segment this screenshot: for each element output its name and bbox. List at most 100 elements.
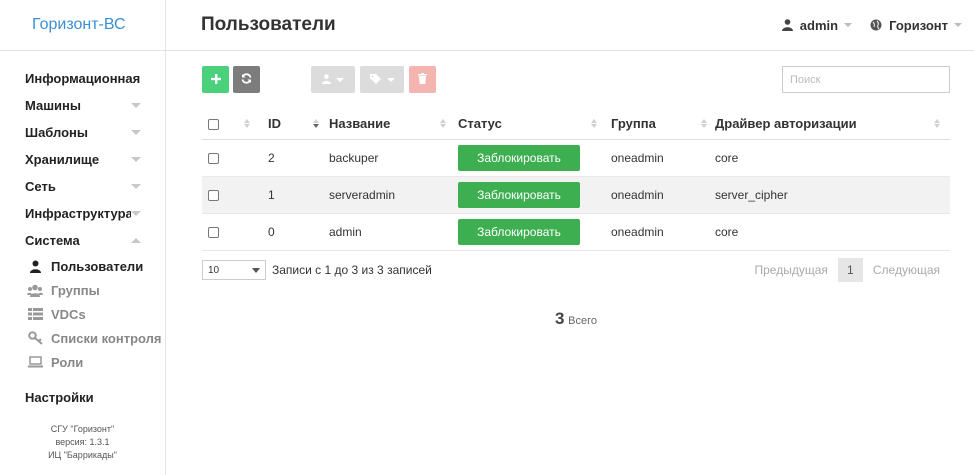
cell-name: admin <box>329 213 458 251</box>
row-checkbox[interactable] <box>208 152 219 164</box>
sidebar-menu: Информационная пане Машины Шаблоны Храни… <box>0 51 165 411</box>
records-info: Записи с 1 до 3 из 3 записей <box>272 263 432 277</box>
system-submenu: Пользователи Группы VDCs Списки контроля <box>0 254 165 374</box>
sidebar-item-label: Машины <box>25 98 81 113</box>
next-page-button[interactable]: Следующая <box>873 263 940 277</box>
block-user-button[interactable]: Заблокировать <box>458 218 580 245</box>
prev-page-button[interactable]: Предыдущая <box>754 263 827 277</box>
globe-icon <box>870 19 882 31</box>
user-actions-button[interactable] <box>311 66 355 93</box>
add-user-button[interactable] <box>202 66 229 93</box>
labels-button[interactable] <box>360 66 404 93</box>
table-row[interactable]: 2 backuper Заблокировать oneadmin core <box>202 139 950 177</box>
sort-icon <box>440 119 446 128</box>
column-header-name[interactable]: Название <box>329 109 458 140</box>
brand-logo[interactable]: Горизонт-ВС <box>0 0 165 51</box>
sidebar-item-settings[interactable]: Настройки <box>0 384 165 411</box>
sidebar-item-roles[interactable]: Роли <box>27 350 165 374</box>
row-select-cell <box>202 213 242 251</box>
table-row[interactable]: 1 serveradmin Заблокировать oneadmin ser… <box>202 176 950 214</box>
sidebar-item-label: VDCs <box>51 306 86 322</box>
sidebar-item-acl[interactable]: Списки контроля <box>27 326 165 350</box>
select-all-checkbox[interactable] <box>208 119 219 131</box>
sidebar-item-system[interactable]: Система <box>0 227 165 254</box>
header-right: admin Горизонт <box>764 18 962 33</box>
user-menu[interactable]: admin <box>781 17 853 33</box>
total-count: 3 <box>555 309 565 328</box>
chevron-down-icon <box>386 77 395 82</box>
sidebar-item-label: Система <box>25 233 80 248</box>
row-select-cell <box>202 176 242 214</box>
row-checkbox[interactable] <box>208 226 219 238</box>
sort-icon <box>701 119 707 128</box>
column-header-id[interactable]: ID <box>242 109 329 140</box>
sidebar-item-groups[interactable]: Группы <box>27 278 165 302</box>
cell-group: oneadmin <box>611 139 715 177</box>
user-icon <box>322 72 331 87</box>
chevron-up-icon <box>131 238 141 243</box>
sidebar-item-label: Информационная пане <box>25 71 141 86</box>
cell-id: 1 <box>242 176 329 214</box>
column-label: Название <box>329 116 391 132</box>
sidebar-footer: СГУ "Горизонт" версия: 1.3.1 ИЦ "Баррика… <box>0 423 165 462</box>
refresh-button[interactable] <box>233 66 260 93</box>
user-name: admin <box>799 17 839 33</box>
key-icon <box>27 331 43 345</box>
chevron-down-icon <box>844 23 853 27</box>
plus-icon <box>210 72 221 87</box>
footer-product: СГУ "Горизонт" <box>50 424 115 434</box>
sidebar-item-label: Шаблоны <box>25 125 88 140</box>
sidebar-item-label: Хранилище <box>25 152 100 167</box>
sidebar-item-label: Инфраструктура <box>25 206 131 221</box>
list-icon <box>27 307 43 321</box>
zone-name: Горизонт <box>889 17 948 33</box>
cell-auth-driver: core <box>715 213 950 251</box>
row-select-cell <box>202 139 242 177</box>
chevron-down-icon <box>131 130 141 135</box>
sort-desc-icon <box>313 119 319 128</box>
sidebar-item-label: Сеть <box>25 179 56 194</box>
toolbar <box>202 66 950 93</box>
sidebar-item-label: Роли <box>51 354 84 370</box>
column-header-group[interactable]: Группа <box>611 109 715 140</box>
chevron-down-icon <box>131 184 141 189</box>
page-length-select[interactable]: 10 <box>202 260 266 280</box>
delete-button[interactable] <box>409 66 436 93</box>
sidebar-item-machines[interactable]: Машины <box>0 92 165 119</box>
table-header-row: ID Название Статус Группа Драйвер автори… <box>202 109 950 140</box>
sort-icon <box>591 119 597 128</box>
block-user-button[interactable]: Заблокировать <box>458 181 580 208</box>
chevron-down-icon <box>131 157 141 162</box>
table-row[interactable]: 0 admin Заблокировать oneadmin core <box>202 213 950 251</box>
search-input[interactable] <box>782 66 950 93</box>
page-button-1[interactable]: 1 <box>837 257 863 282</box>
row-checkbox[interactable] <box>208 189 219 201</box>
laptop-icon <box>27 355 43 369</box>
sidebar-item-vdcs[interactable]: VDCs <box>27 302 165 326</box>
chevron-down-icon <box>336 77 344 82</box>
tag-icon <box>369 72 382 87</box>
footer-company: ИЦ "Баррикады" <box>48 450 117 460</box>
column-label: Группа <box>611 116 656 132</box>
sidebar-item-infrastructure[interactable]: Инфраструктура <box>0 200 165 227</box>
cell-name: serveradmin <box>329 176 458 214</box>
main-content: ID Название Статус Группа Драйвер автори… <box>202 66 950 283</box>
sidebar-item-users[interactable]: Пользователи <box>27 254 165 278</box>
user-icon <box>27 259 43 273</box>
block-user-button[interactable]: Заблокировать <box>458 144 580 171</box>
chevron-down-icon <box>131 211 141 216</box>
chevron-down-icon <box>252 267 260 273</box>
trash-icon <box>418 72 427 87</box>
sidebar-item-label: Пользователи <box>51 258 144 274</box>
cell-id: 0 <box>242 213 329 251</box>
column-header-status[interactable]: Статус <box>458 109 611 140</box>
sort-icon <box>934 119 940 128</box>
table-footer: 10 Записи с 1 до 3 из 3 записей Предыдущ… <box>202 257 950 283</box>
sidebar-item-storage[interactable]: Хранилище <box>0 146 165 173</box>
sidebar-item-network[interactable]: Сеть <box>0 173 165 200</box>
user-icon <box>781 19 793 31</box>
sidebar-item-dashboard[interactable]: Информационная пане <box>0 65 165 92</box>
column-header-auth-driver[interactable]: Драйвер авторизации <box>715 109 950 140</box>
sidebar-item-templates[interactable]: Шаблоны <box>0 119 165 146</box>
zone-menu[interactable]: Горизонт <box>870 18 962 33</box>
